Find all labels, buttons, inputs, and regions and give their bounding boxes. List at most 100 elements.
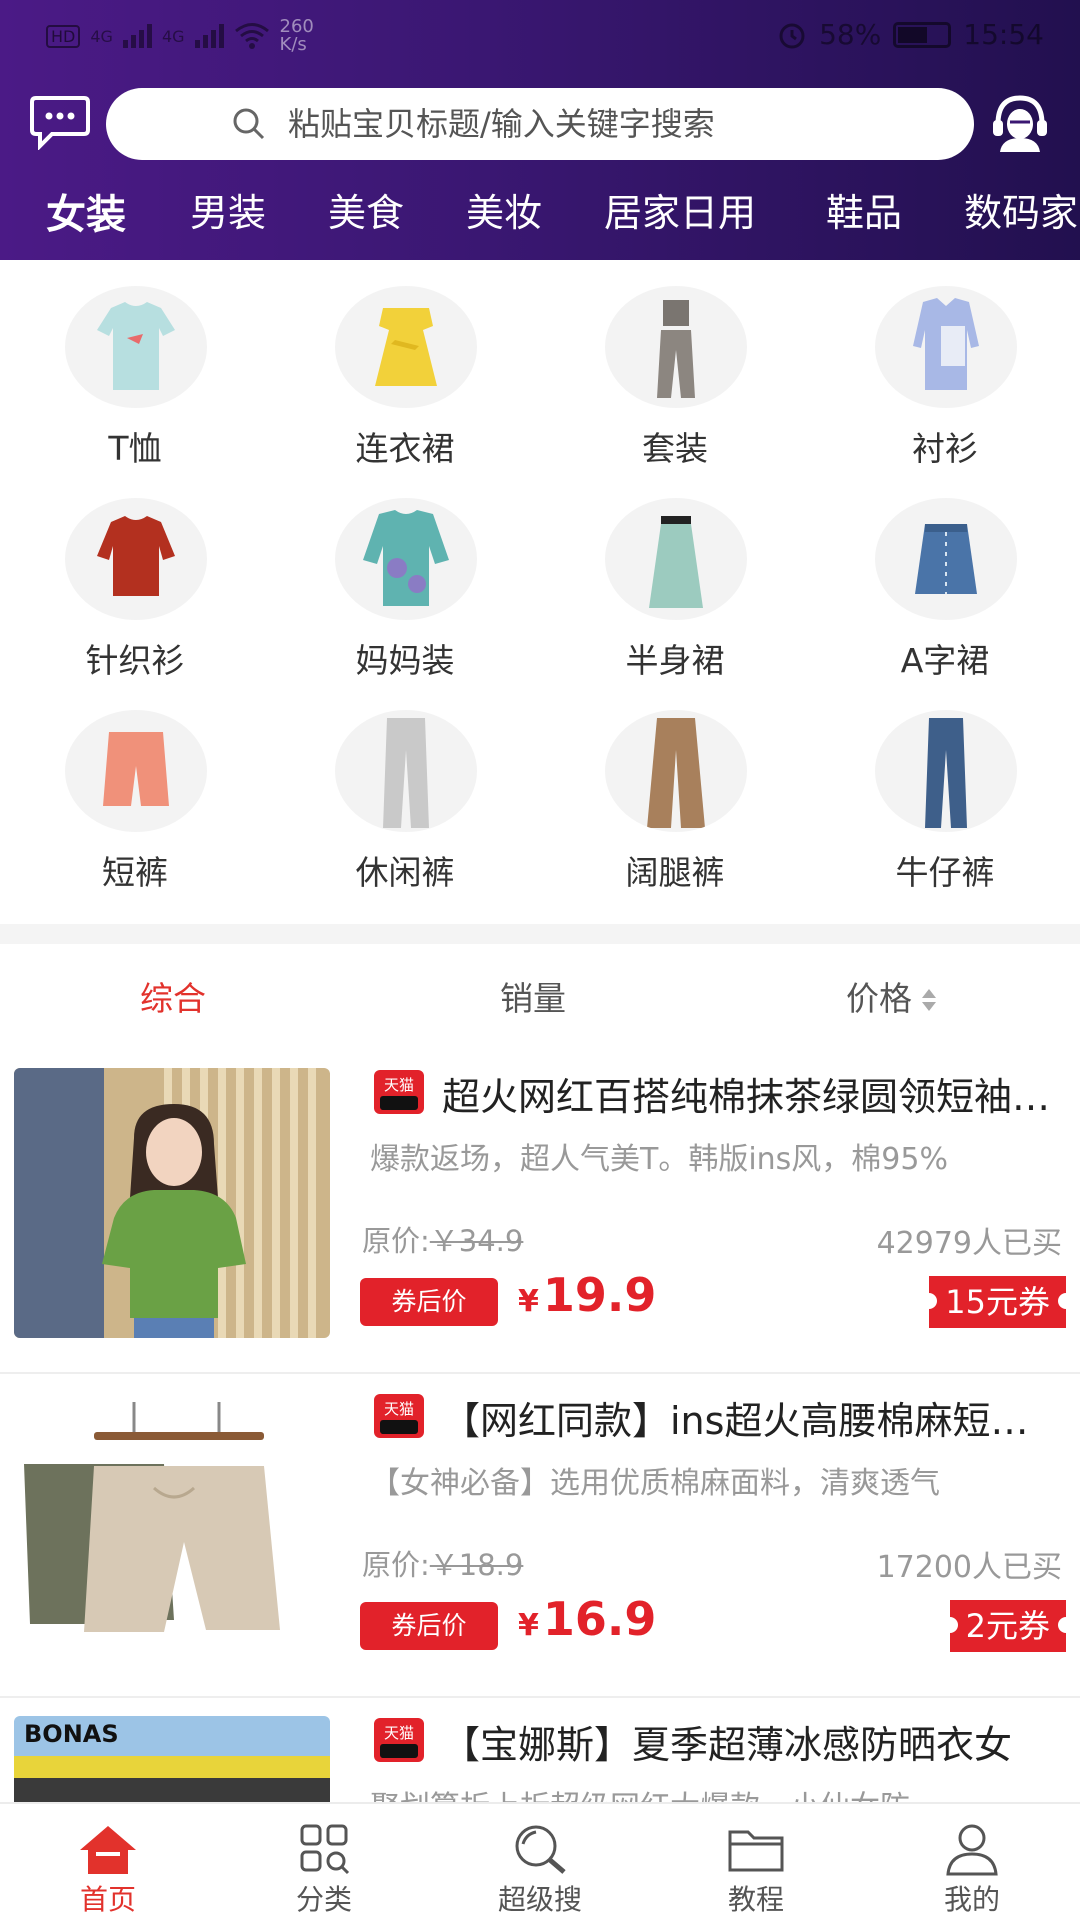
subcategory-label: 短裤 xyxy=(102,853,168,892)
sort-overall[interactable]: 综合 xyxy=(140,972,206,1020)
nav-home[interactable]: 首页 xyxy=(0,1804,216,1920)
tab-shoes[interactable]: 鞋品 xyxy=(826,182,902,237)
sold-count: 42979人已买 xyxy=(876,1226,1062,1261)
network-type-1: 4G xyxy=(90,26,113,46)
subcategory-label: 连衣裙 xyxy=(355,429,455,468)
section-divider xyxy=(0,924,1080,944)
search-bar[interactable] xyxy=(106,88,974,160)
message-icon[interactable] xyxy=(30,94,90,150)
tab-home-daily[interactable]: 居家日用 xyxy=(604,182,756,237)
subcategory-label: 针织衫 xyxy=(85,641,185,680)
tab-digital-home[interactable]: 数码家 xyxy=(964,182,1078,237)
subcategory-jeans[interactable]: 牛仔裤 xyxy=(810,684,1080,896)
nav-super-search-label: 超级搜 xyxy=(497,1883,582,1916)
tab-womens-clothing[interactable]: 女装 xyxy=(46,182,126,240)
product-description: 【女神必备】选用优质棉麻面料，清爽透气 xyxy=(370,1466,940,1501)
original-price-label: 原价: xyxy=(362,1224,430,1258)
product-description: 爆款返场，超人气美T。韩版ins风，棉95% xyxy=(370,1142,948,1177)
skirt-image xyxy=(605,498,747,620)
knitwear-image xyxy=(65,498,207,620)
tmall-badge-icon: 天猫 xyxy=(374,1718,424,1762)
subcategory-dress[interactable]: 连衣裙 xyxy=(270,260,540,472)
subcategory-wide-leg-pants[interactable]: 阔腿裤 xyxy=(540,684,810,896)
currency-symbol: ¥ xyxy=(518,1284,539,1319)
network-type-2: 4G xyxy=(161,26,185,46)
battery-icon xyxy=(893,21,952,48)
coupon-badge[interactable]: 2元券 xyxy=(941,1600,1075,1652)
currency-symbol: ¥ xyxy=(518,1608,539,1643)
shorts-image xyxy=(65,710,207,832)
tab-food[interactable]: 美食 xyxy=(328,182,404,237)
network-speed: 260 K/s xyxy=(280,18,314,54)
wide-leg-pants-image xyxy=(605,710,747,832)
search-input[interactable] xyxy=(288,105,848,143)
product-title[interactable]: 【宝娜斯】夏季超薄冰感防晒衣女 xyxy=(442,1714,1062,1769)
brand-logo-text: BONAS xyxy=(24,1720,119,1748)
subcategory-label: A字裙 xyxy=(900,641,990,680)
subcategory-skirt[interactable]: 半身裙 xyxy=(540,472,810,684)
bottom-nav: 首页 分类 超级搜 教程 我的 xyxy=(0,1802,1080,1920)
wifi-icon xyxy=(234,23,269,49)
product-card[interactable]: BONAS 天猫 【宝娜斯】夏季超薄冰感防晒衣女 聚划算折上折超级网红大爆款，小… xyxy=(0,1698,1080,1802)
final-price-value: 19.9 xyxy=(542,1268,657,1322)
final-price-value: 16.9 xyxy=(542,1592,657,1646)
tmall-badge-text: 天猫 xyxy=(384,1076,414,1094)
set-image xyxy=(605,286,747,408)
nav-tutorial[interactable]: 教程 xyxy=(648,1804,864,1920)
nav-category[interactable]: 分类 xyxy=(216,1804,432,1920)
product-image: BONAS xyxy=(14,1716,330,1802)
subcategory-tshirt[interactable]: T恤 xyxy=(0,260,270,472)
nav-super-search[interactable]: 超级搜 xyxy=(432,1804,648,1920)
a-line-skirt-image xyxy=(875,498,1017,620)
nav-profile[interactable]: 我的 xyxy=(864,1804,1080,1920)
original-price: 原价:￥34.9 xyxy=(362,1218,523,1260)
product-card[interactable]: 天猫 超火网红百搭纯棉抹茶绿圆领短袖T恤女 爆款返场，超人气美T。韩版ins风，… xyxy=(0,1050,1080,1374)
subcategory-label: 妈妈装 xyxy=(355,641,455,680)
product-image xyxy=(14,1068,330,1338)
original-price: 原价:￥18.9 xyxy=(362,1542,523,1584)
dress-image xyxy=(335,286,477,408)
product-title[interactable]: 超火网红百搭纯棉抹茶绿圆领短袖T恤女 xyxy=(442,1066,1062,1121)
sort-sales[interactable]: 销量 xyxy=(500,972,566,1020)
subcategory-shirt[interactable]: 衬衫 xyxy=(810,260,1080,472)
category-tab-bar: 女装 男装 美食 美妆 居家日用 鞋品 数码家 xyxy=(0,182,1080,242)
signal-icon-2 xyxy=(194,24,224,48)
product-title[interactable]: 【网红同款】ins超火高腰棉麻短裤女 xyxy=(442,1390,1062,1445)
subcategory-grid: T恤 连衣裙 套装 衬衫 针织衫 妈妈装 半身裙 A字裙 短裤 休闲裤 阔腿裤 xyxy=(0,260,1080,920)
signal-icon xyxy=(122,24,152,48)
subcategory-set[interactable]: 套装 xyxy=(540,260,810,472)
product-card[interactable]: 天猫 【网红同款】ins超火高腰棉麻短裤女 【女神必备】选用优质棉麻面料，清爽透… xyxy=(0,1374,1080,1698)
tshirt-image xyxy=(65,286,207,408)
subcategory-casual-pants[interactable]: 休闲裤 xyxy=(270,684,540,896)
network-speed-unit: K/s xyxy=(279,34,307,55)
nav-profile-label: 我的 xyxy=(943,1883,1000,1916)
sort-price[interactable]: 价格 xyxy=(846,972,936,1020)
nav-category-label: 分类 xyxy=(295,1883,352,1916)
tab-beauty[interactable]: 美妆 xyxy=(466,182,542,237)
shirt-image xyxy=(875,286,1017,408)
battery-percent: 58% xyxy=(819,18,882,51)
subcategory-shorts[interactable]: 短裤 xyxy=(0,684,270,896)
original-price-value: ￥34.9 xyxy=(429,1224,524,1258)
hd-indicator: HD xyxy=(46,24,81,48)
jeans-image xyxy=(875,710,1017,832)
original-price-value: ￥18.9 xyxy=(429,1548,524,1582)
subcategory-moms-wear[interactable]: 妈妈装 xyxy=(270,472,540,684)
subcategory-label: 套装 xyxy=(642,429,708,468)
after-coupon-label: 券后价 xyxy=(360,1278,498,1326)
coupon-badge[interactable]: 15元券 xyxy=(921,1276,1074,1328)
subcategory-a-line-skirt[interactable]: A字裙 xyxy=(810,472,1080,684)
category-grid-icon xyxy=(300,1824,350,1875)
tab-mens-clothing[interactable]: 男装 xyxy=(190,182,266,237)
sort-price-label: 价格 xyxy=(846,979,912,1018)
product-image xyxy=(14,1392,330,1662)
subcategory-label: 半身裙 xyxy=(625,641,725,680)
alarm-icon xyxy=(779,23,805,48)
subcategory-label: 阔腿裤 xyxy=(625,853,725,892)
sort-arrows-icon xyxy=(922,988,936,1014)
magnifier-icon xyxy=(515,1825,566,1874)
customer-service-icon[interactable] xyxy=(988,90,1052,154)
folder-icon xyxy=(728,1830,784,1872)
subcategory-knitwear[interactable]: 针织衫 xyxy=(0,472,270,684)
moms-wear-image xyxy=(335,498,477,620)
